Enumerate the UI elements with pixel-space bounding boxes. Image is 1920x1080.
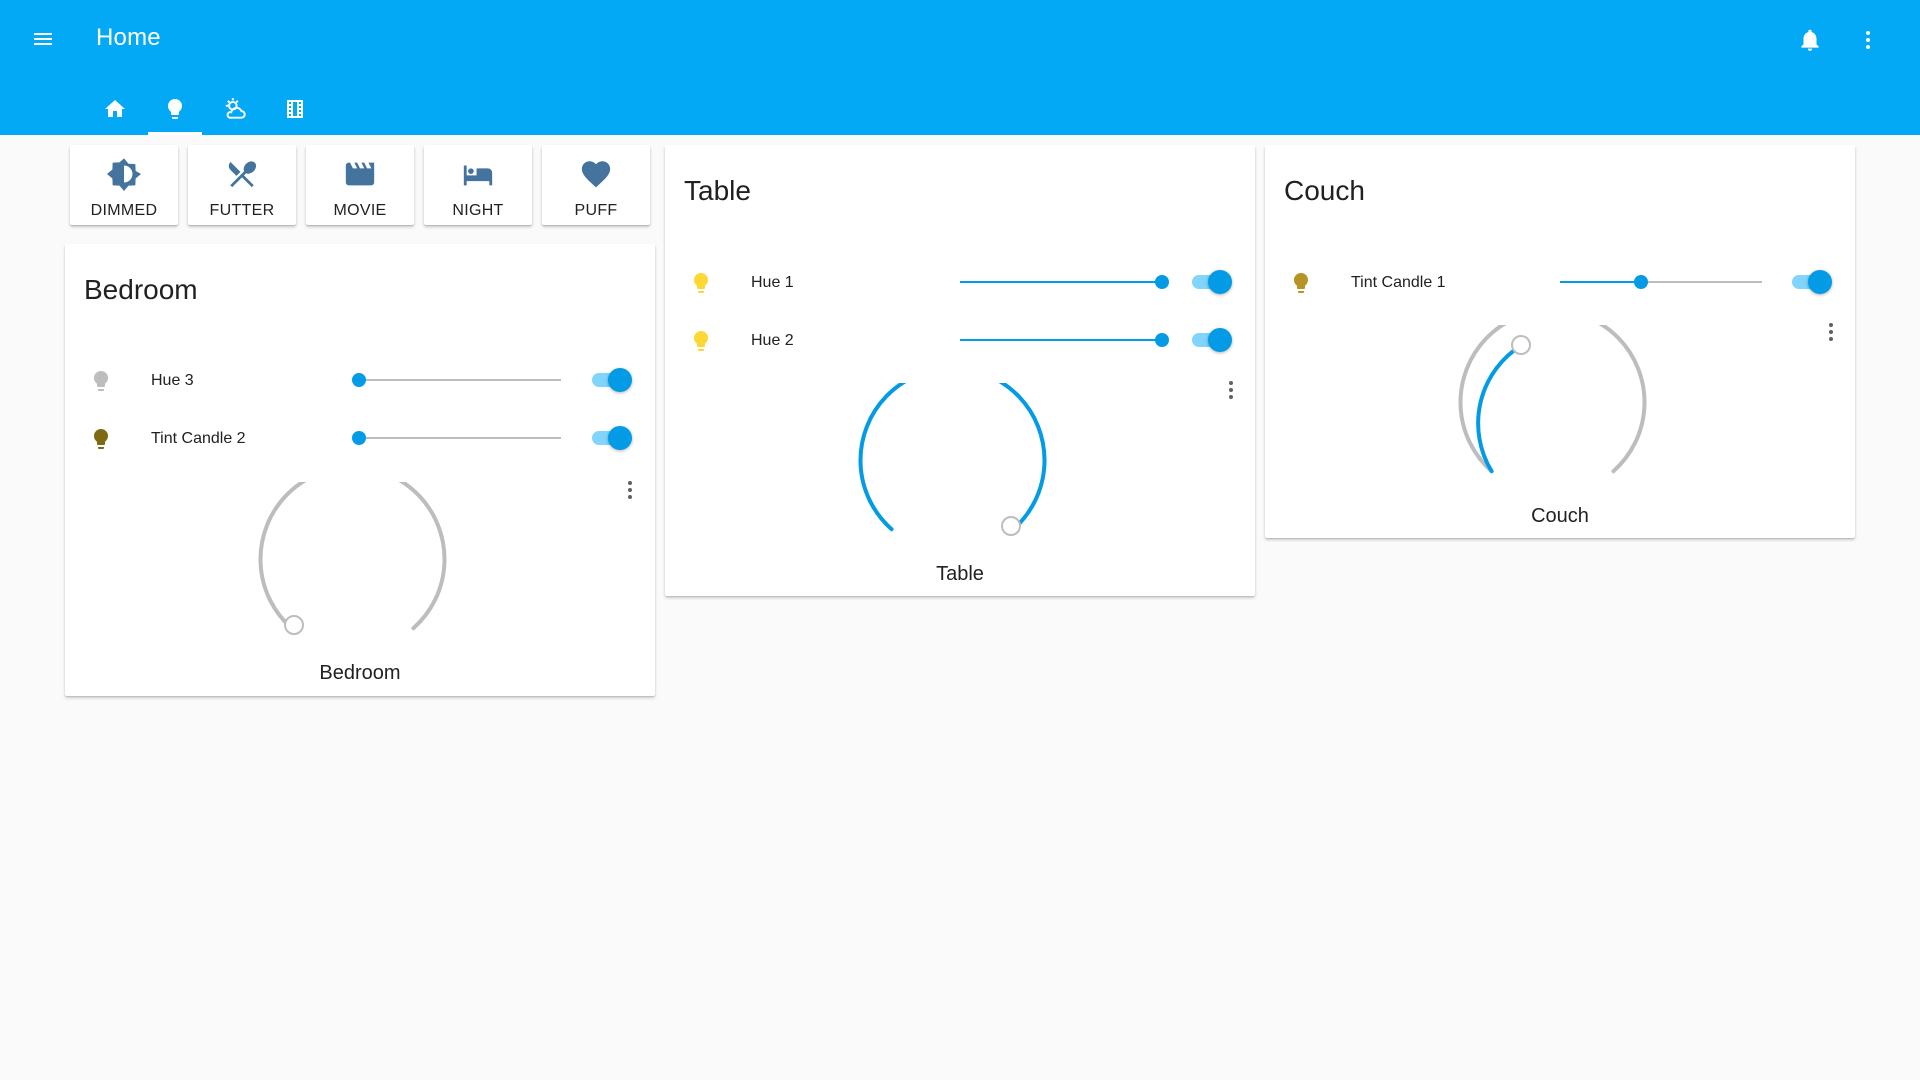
scene-label: NIGHT	[452, 202, 504, 219]
lightbulb-icon[interactable]	[1285, 267, 1317, 299]
table-card: Table Hue 1 Hue 2 Table	[665, 145, 1255, 596]
home-icon	[103, 97, 127, 126]
app-header: Home	[0, 0, 1920, 135]
weather-icon	[222, 96, 248, 127]
light-toggle[interactable]	[590, 365, 634, 395]
more-options-icon[interactable]	[618, 476, 642, 504]
slider-knob[interactable]	[1155, 275, 1169, 289]
brightness-gauge[interactable]	[1455, 325, 1665, 500]
lightbulb-icon[interactable]	[85, 365, 117, 397]
brightness-slider[interactable]	[960, 275, 1169, 289]
light-row-hue-2: Hue 2	[665, 317, 1255, 363]
scene-label: MOVIE	[333, 202, 387, 219]
film-icon	[283, 97, 307, 126]
couch-card: Couch Tint Candle 1 Couch	[1265, 145, 1855, 538]
silverware-icon	[225, 157, 259, 196]
lightbulb-icon	[163, 97, 187, 126]
more-options-icon[interactable]	[1219, 376, 1243, 404]
scene-puff-button[interactable]: PUFF	[542, 145, 650, 225]
lightbulb-icon[interactable]	[685, 267, 717, 299]
bed-icon	[461, 157, 495, 196]
menu-icon[interactable]	[24, 20, 62, 58]
light-name[interactable]: Hue 2	[751, 332, 794, 350]
clapperboard-icon	[343, 157, 377, 196]
scene-futter-button[interactable]: FUTTER	[188, 145, 296, 225]
brightness-slider[interactable]	[960, 333, 1169, 347]
slider-knob[interactable]	[1634, 275, 1648, 289]
tab-home[interactable]	[85, 88, 145, 135]
scene-label: DIMMED	[90, 202, 158, 219]
overflow-menu-icon[interactable]	[1848, 20, 1888, 60]
scene-night-button[interactable]: NIGHT	[424, 145, 532, 225]
gauge-knob[interactable]	[1001, 516, 1021, 536]
scene-movie-button[interactable]: MOVIE	[306, 145, 414, 225]
slider-knob[interactable]	[352, 431, 366, 445]
scene-label: PUFF	[574, 202, 618, 219]
light-toggle[interactable]	[1790, 267, 1834, 297]
light-name[interactable]: Hue 1	[751, 274, 794, 292]
gauge-knob[interactable]	[1511, 335, 1531, 355]
card-title: Couch	[1284, 175, 1365, 206]
light-name[interactable]: Tint Candle 2	[151, 430, 246, 448]
scene-dimmed-button[interactable]: DIMMED	[70, 145, 178, 225]
brightness-icon	[107, 157, 141, 196]
light-row-hue-3: Hue 3	[65, 357, 655, 403]
card-title: Table	[684, 175, 751, 206]
gauge-label: Couch	[1531, 505, 1589, 527]
light-row-hue-1: Hue 1	[665, 259, 1255, 305]
light-toggle[interactable]	[1190, 325, 1234, 355]
bedroom-card: Bedroom Hue 3 Tint Candle 2 Bedroom	[65, 244, 655, 696]
light-name[interactable]: Tint Candle 1	[1351, 274, 1446, 292]
brightness-gauge[interactable]	[855, 383, 1065, 558]
scene-label: FUTTER	[209, 202, 275, 219]
tab-weather[interactable]	[205, 88, 265, 135]
lightbulb-icon[interactable]	[685, 325, 717, 357]
light-row-tint-candle-2: Tint Candle 2	[65, 415, 655, 461]
slider-knob[interactable]	[352, 373, 366, 387]
slider-knob[interactable]	[1155, 333, 1169, 347]
view-tabs	[85, 88, 325, 135]
gauge-label: Bedroom	[319, 662, 401, 684]
tab-media[interactable]	[265, 88, 325, 135]
light-name[interactable]: Hue 3	[151, 372, 194, 390]
lightbulb-icon[interactable]	[85, 423, 117, 455]
heart-icon	[578, 157, 614, 196]
gauge-knob[interactable]	[284, 615, 304, 635]
page-title: Home	[96, 24, 161, 51]
light-toggle[interactable]	[1190, 267, 1234, 297]
brightness-slider[interactable]	[1560, 275, 1762, 289]
more-options-icon[interactable]	[1819, 318, 1843, 346]
gauge-label: Table	[936, 563, 984, 585]
brightness-gauge[interactable]	[255, 482, 465, 657]
brightness-slider[interactable]	[352, 373, 561, 387]
notifications-bell-icon[interactable]	[1790, 20, 1830, 60]
card-title: Bedroom	[84, 274, 198, 305]
brightness-slider[interactable]	[352, 431, 561, 445]
light-toggle[interactable]	[590, 423, 634, 453]
tab-lights[interactable]	[145, 88, 205, 135]
light-row-tint-candle-1: Tint Candle 1	[1265, 259, 1855, 305]
